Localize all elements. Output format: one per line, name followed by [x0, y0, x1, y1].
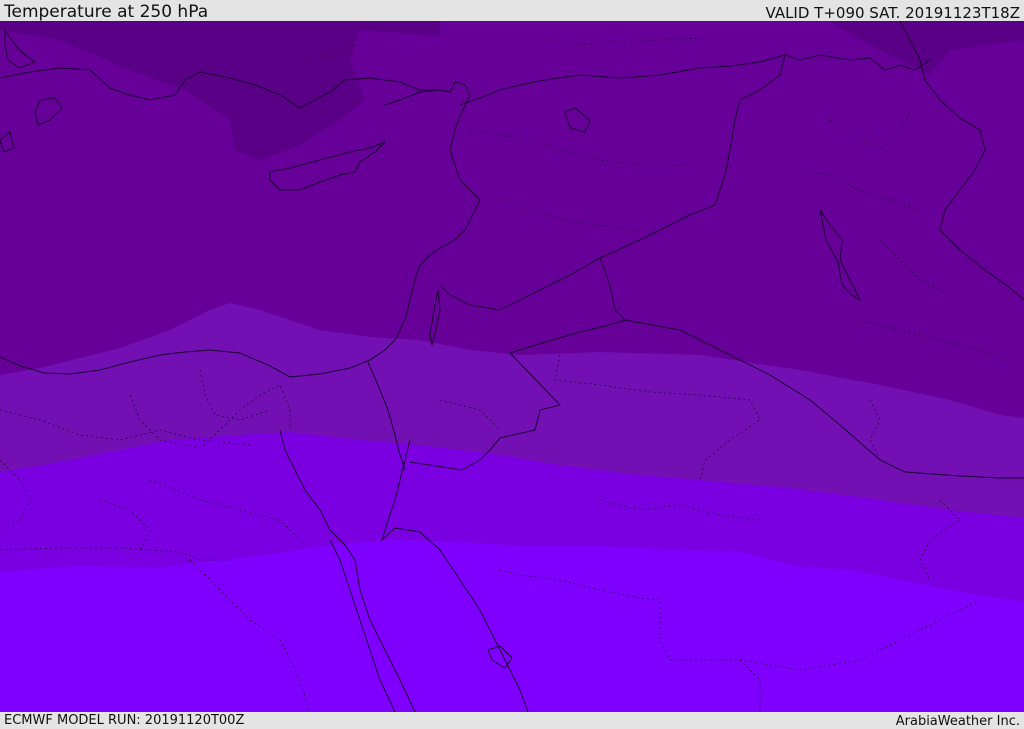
temperature-map[interactable] [0, 21, 1024, 712]
footer-bar: ECMWF MODEL RUN: 20191120T00Z ArabiaWeat… [0, 712, 1024, 729]
valid-time: VALID T+090 SAT. 20191123T18Z [765, 4, 1020, 22]
model-run-label: ECMWF MODEL RUN: 20191120T00Z [4, 713, 245, 728]
credit-label: ArabiaWeather Inc. [895, 714, 1020, 729]
header-bar: Temperature at 250 hPa VALID T+090 SAT. … [0, 0, 1024, 21]
map-title: Temperature at 250 hPa [4, 2, 209, 22]
